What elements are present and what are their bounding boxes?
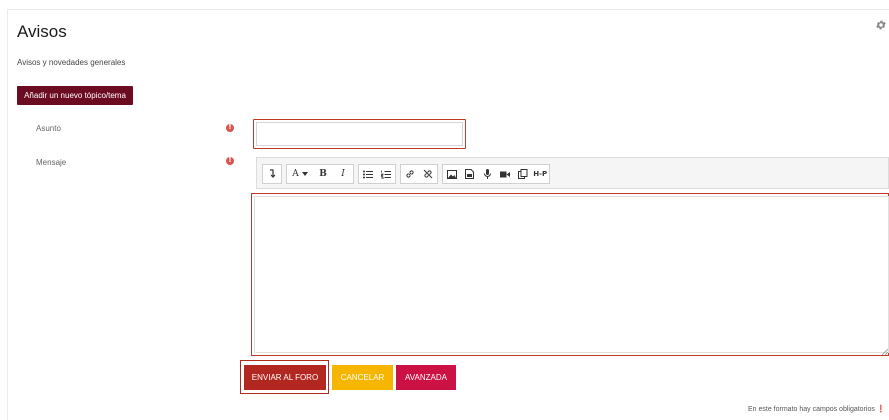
- toolbar-group-media: H-P: [442, 164, 550, 184]
- toolbar-group-collapse: [262, 164, 282, 184]
- image-icon[interactable]: [443, 165, 461, 183]
- font-size-icon[interactable]: A: [287, 165, 313, 183]
- record-audio-icon[interactable]: [478, 165, 496, 183]
- italic-icon[interactable]: I: [333, 165, 353, 183]
- gear-icon[interactable]: [875, 18, 887, 30]
- toolbar-group-format: A B I: [286, 164, 354, 184]
- required-icon: [226, 156, 234, 165]
- toolbar-group-lists: [358, 164, 396, 184]
- manage-files-icon[interactable]: [514, 165, 532, 183]
- subject-input[interactable]: [253, 119, 466, 149]
- frame-top-border: [7, 9, 889, 10]
- font-size-label: A: [292, 169, 299, 179]
- collapse-icon[interactable]: [263, 165, 281, 183]
- record-video-icon[interactable]: [496, 165, 514, 183]
- add-new-topic-button[interactable]: Añadir un nuevo tópico/tema: [17, 86, 133, 105]
- advanced-button[interactable]: AVANZADA: [396, 365, 456, 390]
- h5p-icon[interactable]: H-P: [531, 165, 549, 183]
- page-title: Avisos: [17, 22, 67, 41]
- editor-toolbar: A B I H-P: [256, 157, 889, 189]
- subject-label: Asunto: [36, 124, 61, 133]
- required-fields-note-text: En este formato hay campos obligatorios: [748, 406, 875, 413]
- unordered-list-icon[interactable]: [359, 165, 377, 183]
- link-icon[interactable]: [401, 165, 419, 183]
- required-icon: [226, 123, 234, 132]
- message-label: Mensaje: [36, 158, 67, 167]
- cancel-button[interactable]: CANCELAR: [332, 365, 393, 390]
- ordered-list-icon[interactable]: [377, 165, 395, 183]
- required-fields-note: En este formato hay campos obligatorios …: [748, 405, 886, 413]
- toolbar-group-links: [400, 164, 438, 184]
- page-subtitle: Avisos y novedades generales: [17, 58, 126, 67]
- resize-handle-icon[interactable]: [882, 349, 888, 355]
- media-icon[interactable]: [461, 165, 479, 183]
- frame-left-border: [7, 9, 8, 420]
- unlink-icon[interactable]: [419, 165, 437, 183]
- submit-to-forum-button[interactable]: ENVIAR AL FORO: [244, 365, 326, 390]
- forum-page: Avisos Avisos y novedades generales Añad…: [0, 0, 889, 420]
- message-editor[interactable]: [251, 193, 889, 356]
- bold-icon[interactable]: B: [313, 165, 333, 183]
- required-icon: ❗: [876, 406, 886, 413]
